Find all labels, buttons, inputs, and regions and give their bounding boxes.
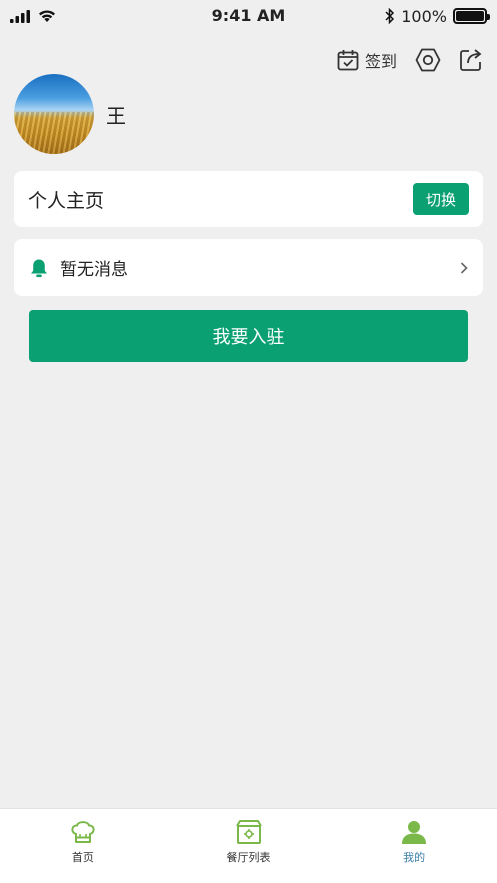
status-bar: 9:41 AM 100% [0,0,497,32]
chef-hat-icon [71,821,95,843]
switch-button[interactable]: 切换 [413,183,469,215]
personal-home-title: 个人主页 [28,189,105,212]
sign-in-label: 签到 [364,52,397,71]
settings-icon[interactable] [415,47,441,73]
top-actions: 签到 [337,44,483,76]
battery-icon [453,8,490,24]
chevron-right-icon [460,261,468,274]
tab-bar: 首页 餐厅列表 我的 [0,808,497,883]
restaurant-icon [235,820,262,844]
status-time: 9:41 AM [211,6,286,25]
share-icon[interactable] [459,48,483,72]
avatar[interactable] [14,74,94,154]
calendar-check-icon [337,50,359,71]
person-icon [402,821,427,844]
sign-in-button[interactable]: 签到 [337,48,397,72]
username: 王 [106,103,126,128]
personal-home-card: 个人主页 切换 [14,171,483,227]
tab-restaurant-list[interactable]: 餐厅列表 [166,809,332,883]
message-text: 暂无消息 [60,260,128,280]
tab-mine-label: 我的 [403,851,426,864]
tab-restaurant-list-label: 餐厅列表 [226,851,271,864]
tab-home-label: 首页 [71,851,94,864]
bell-icon [31,259,47,277]
tab-home[interactable]: 首页 [0,809,166,883]
profile-header: 王 [14,74,126,154]
join-button[interactable]: 我要入驻 [29,310,468,362]
message-row[interactable]: 暂无消息 [14,239,483,296]
tab-mine[interactable]: 我的 [331,809,497,883]
